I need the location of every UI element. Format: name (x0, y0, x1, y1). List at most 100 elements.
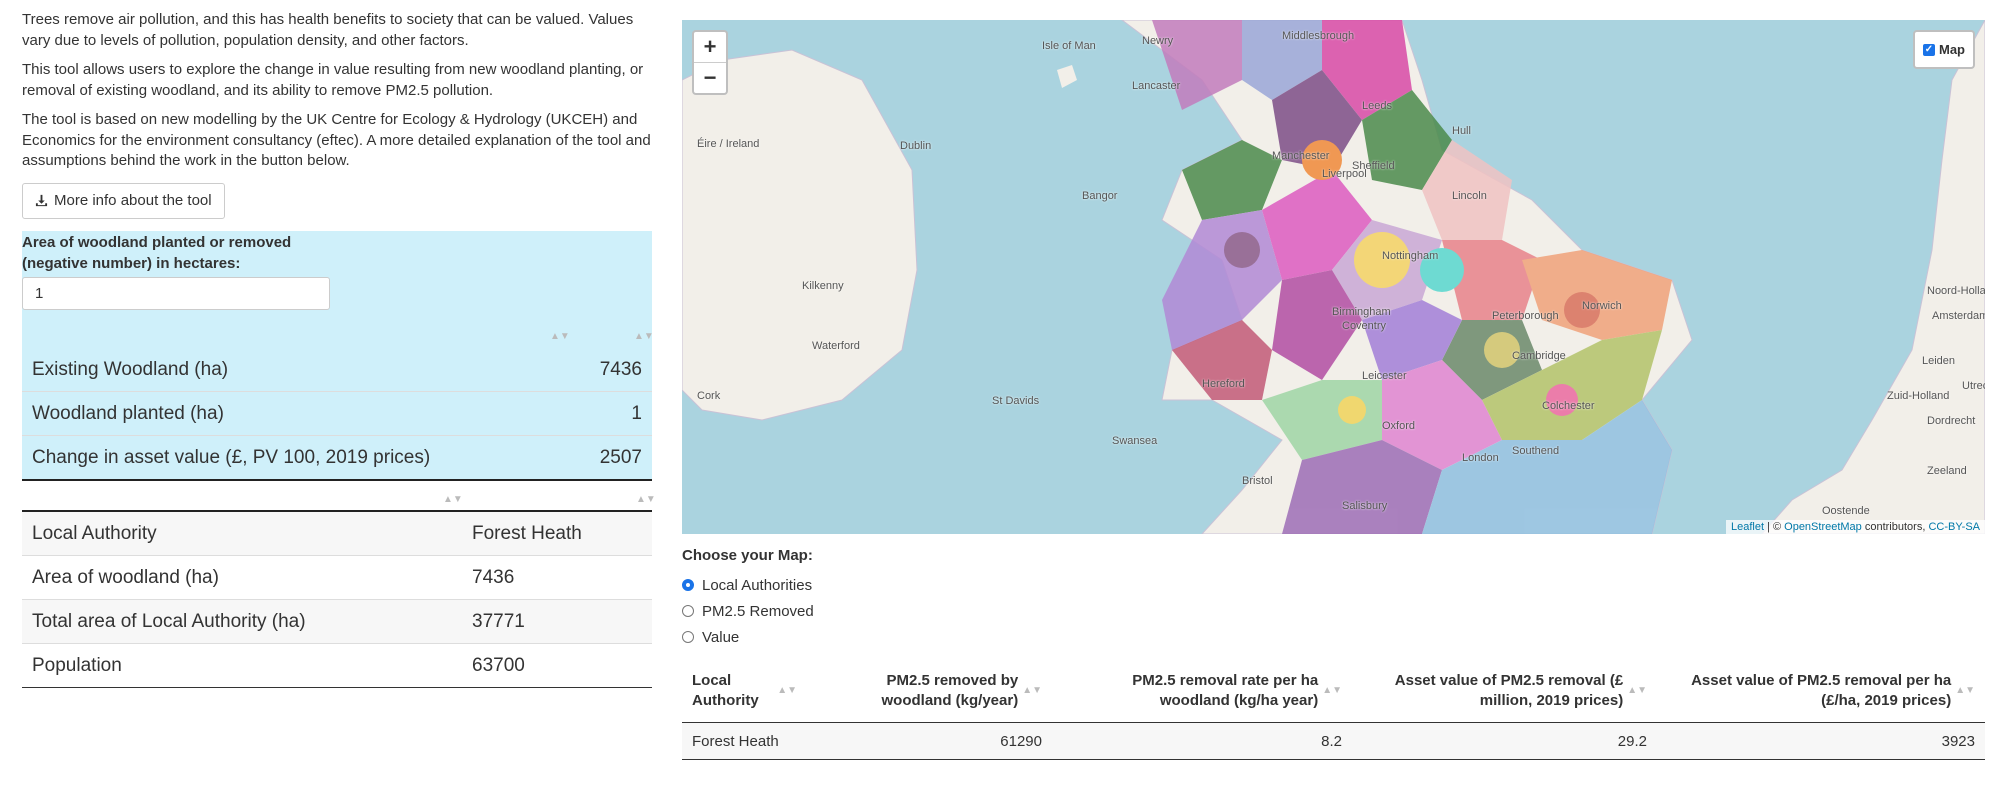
map-place-label: Sheffield (1352, 160, 1395, 172)
summary-value: 2507 (570, 435, 652, 479)
map-place-label: Peterborough (1492, 310, 1559, 322)
map-canvas[interactable] (682, 20, 1985, 534)
table-row: Total area of Local Authority (ha) 37771 (22, 599, 652, 644)
woodland-area-input[interactable]: 1 (22, 277, 330, 310)
sort-icon[interactable]: ▲▼ (443, 494, 463, 505)
authority-table: Local Authority Forest Heath Area of woo… (22, 512, 652, 688)
table-header: Local Authority ▲▼ PM2.5 removed by woodl… (682, 660, 1985, 723)
map-chooser: Choose your Map: Local Authorities PM2.5… (682, 547, 814, 650)
map-place-label: Southend (1512, 445, 1560, 457)
radio-label: Local Authorities (702, 576, 813, 594)
zoom-control: + − (692, 30, 728, 95)
authority-label: Local Authority (22, 512, 462, 556)
table-row: Forest Heath 61290 8.2 29.2 3923 (682, 723, 1985, 760)
table-cell: 61290 (1000, 732, 1042, 750)
map-place-label: Manchester (1272, 150, 1330, 162)
summary-table-bottom-rule (22, 479, 652, 481)
table-cell: 8.2 (1321, 732, 1342, 750)
summary-label: Change in asset value (£, PV 100, 2019 p… (22, 435, 571, 479)
summary-label: Woodland planted (ha) (22, 391, 571, 436)
summary-label: Existing Woodland (ha) (32, 358, 229, 380)
radio-local-authorities[interactable]: Local Authorities (682, 572, 814, 598)
more-info-button-label: More info about the tool (54, 192, 212, 209)
radio-value[interactable]: Value (682, 624, 814, 650)
radio-unselected-icon[interactable] (682, 605, 694, 617)
map-place-label: London (1462, 452, 1499, 464)
radio-label: Value (702, 628, 740, 646)
table-cell: Forest Heath (692, 732, 779, 750)
sort-icon[interactable]: ▲▼ (550, 331, 570, 342)
attribution-sep: | © (1764, 521, 1785, 533)
license-link[interactable]: CC-BY-SA (1928, 521, 1980, 533)
woodland-input-label: Area of woodland planted or removed (neg… (22, 234, 292, 272)
radio-pm25-removed[interactable]: PM2.5 Removed (682, 598, 814, 624)
attribution-contrib: contributors, (1861, 521, 1929, 533)
authority-value: Forest Heath (462, 512, 652, 556)
sort-icon[interactable]: ▲▼ (1955, 681, 1975, 701)
osm-link[interactable]: OpenStreetMap (1784, 521, 1862, 533)
table-row: Existing Woodland (ha) 7436 (22, 348, 652, 392)
map-place-label: Leeds (1362, 100, 1392, 112)
sort-icon[interactable]: ▲▼ (636, 494, 656, 505)
authority-value: 7436 (462, 555, 652, 600)
column-header[interactable]: PM2.5 removed by woodland (kg/year) ▲▼ (807, 671, 1052, 711)
woodland-input-panel: Area of woodland planted or removed (neg… (22, 231, 654, 349)
map-place-label: Birmingham (1332, 306, 1391, 318)
authority-label: Population (22, 643, 462, 688)
radio-selected-icon[interactable] (682, 579, 694, 591)
map-place-label: Leicester (1362, 370, 1407, 382)
map-place-label: Hull (1452, 125, 1471, 137)
map-place-label: Newry (1142, 35, 1174, 47)
radio-unselected-icon[interactable] (682, 631, 694, 643)
map-place-label: Leiden (1922, 355, 1956, 367)
map-attribution: Leaflet | © OpenStreetMap contributors, … (1725, 520, 1985, 534)
authority-label: Total area of Local Authority (ha) (22, 599, 462, 644)
map-place-label: Bangor (1082, 190, 1118, 202)
intro-paragraph-3: The tool is based on new modelling by th… (22, 111, 651, 169)
layer-control[interactable]: ✓ Map (1913, 30, 1975, 69)
map-place-label: Zeeland (1927, 465, 1967, 477)
table-row: Population 63700 (22, 643, 652, 688)
map-place-label: Waterford (812, 340, 860, 352)
sort-icon[interactable]: ▲▼ (634, 331, 654, 342)
column-header[interactable]: PM2.5 removal rate per ha woodland (kg/h… (1052, 671, 1352, 711)
sort-icon[interactable]: ▲▼ (777, 681, 797, 701)
leaflet-map[interactable]: + − ✓ Map Leaflet | © OpenStreetMap cont… (682, 20, 1985, 534)
map-place-label: Bristol (1242, 475, 1273, 487)
map-place-label: Zuid-Holland (1887, 390, 1950, 402)
map-place-label: Éire / Ireland (697, 138, 760, 150)
table-row: Area of woodland (ha) 7436 (22, 555, 652, 600)
zoom-in-button[interactable]: + (694, 32, 726, 63)
table-row: Change in asset value (£, PV 100, 2019 p… (22, 435, 652, 479)
radio-label: PM2.5 Removed (702, 602, 814, 620)
authority-label: Area of woodland (ha) (22, 555, 462, 600)
sort-icon[interactable]: ▲▼ (1022, 681, 1042, 701)
download-icon (35, 194, 48, 207)
intro-paragraph-1: Trees remove air pollution, and this has… (22, 11, 634, 49)
map-place-label: Hereford (1202, 378, 1245, 390)
map-place-label: Swansea (1112, 435, 1158, 447)
map-place-label: Colchester (1542, 400, 1595, 412)
column-header[interactable]: Asset value of PM2.5 removal per ha (£/h… (1657, 671, 1985, 711)
pm25-data-table: Local Authority ▲▼ PM2.5 removed by woodl… (682, 660, 1985, 760)
table-row: Local Authority Forest Heath (22, 512, 652, 556)
map-place-label: Cork (697, 390, 721, 402)
checkbox-checked-icon[interactable]: ✓ (1923, 43, 1935, 56)
map-place-label: Salisbury (1342, 500, 1388, 512)
map-place-label: Utrecht (1962, 380, 1985, 392)
map-place-label: Norwich (1582, 300, 1622, 312)
column-header[interactable]: Local Authority ▲▼ (682, 671, 807, 711)
map-place-label: Nottingham (1382, 250, 1439, 262)
zoom-out-button[interactable]: − (694, 63, 726, 93)
intro-paragraph-2: This tool allows users to explore the ch… (22, 61, 644, 99)
map-place-label: Cambridge (1512, 350, 1566, 362)
summary-value: 1 (570, 391, 652, 436)
sort-icon[interactable]: ▲▼ (1322, 681, 1342, 701)
column-header[interactable]: Asset value of PM2.5 removal (£ million,… (1352, 671, 1657, 711)
summary-table: Existing Woodland (ha) 7436 Woodland pla… (22, 348, 652, 479)
leaflet-link[interactable]: Leaflet (1731, 521, 1764, 533)
sort-icon[interactable]: ▲▼ (1627, 681, 1647, 701)
map-place-label: St Davids (992, 395, 1040, 407)
summary-value: 7436 (599, 358, 642, 380)
more-info-button[interactable]: More info about the tool (22, 182, 225, 219)
